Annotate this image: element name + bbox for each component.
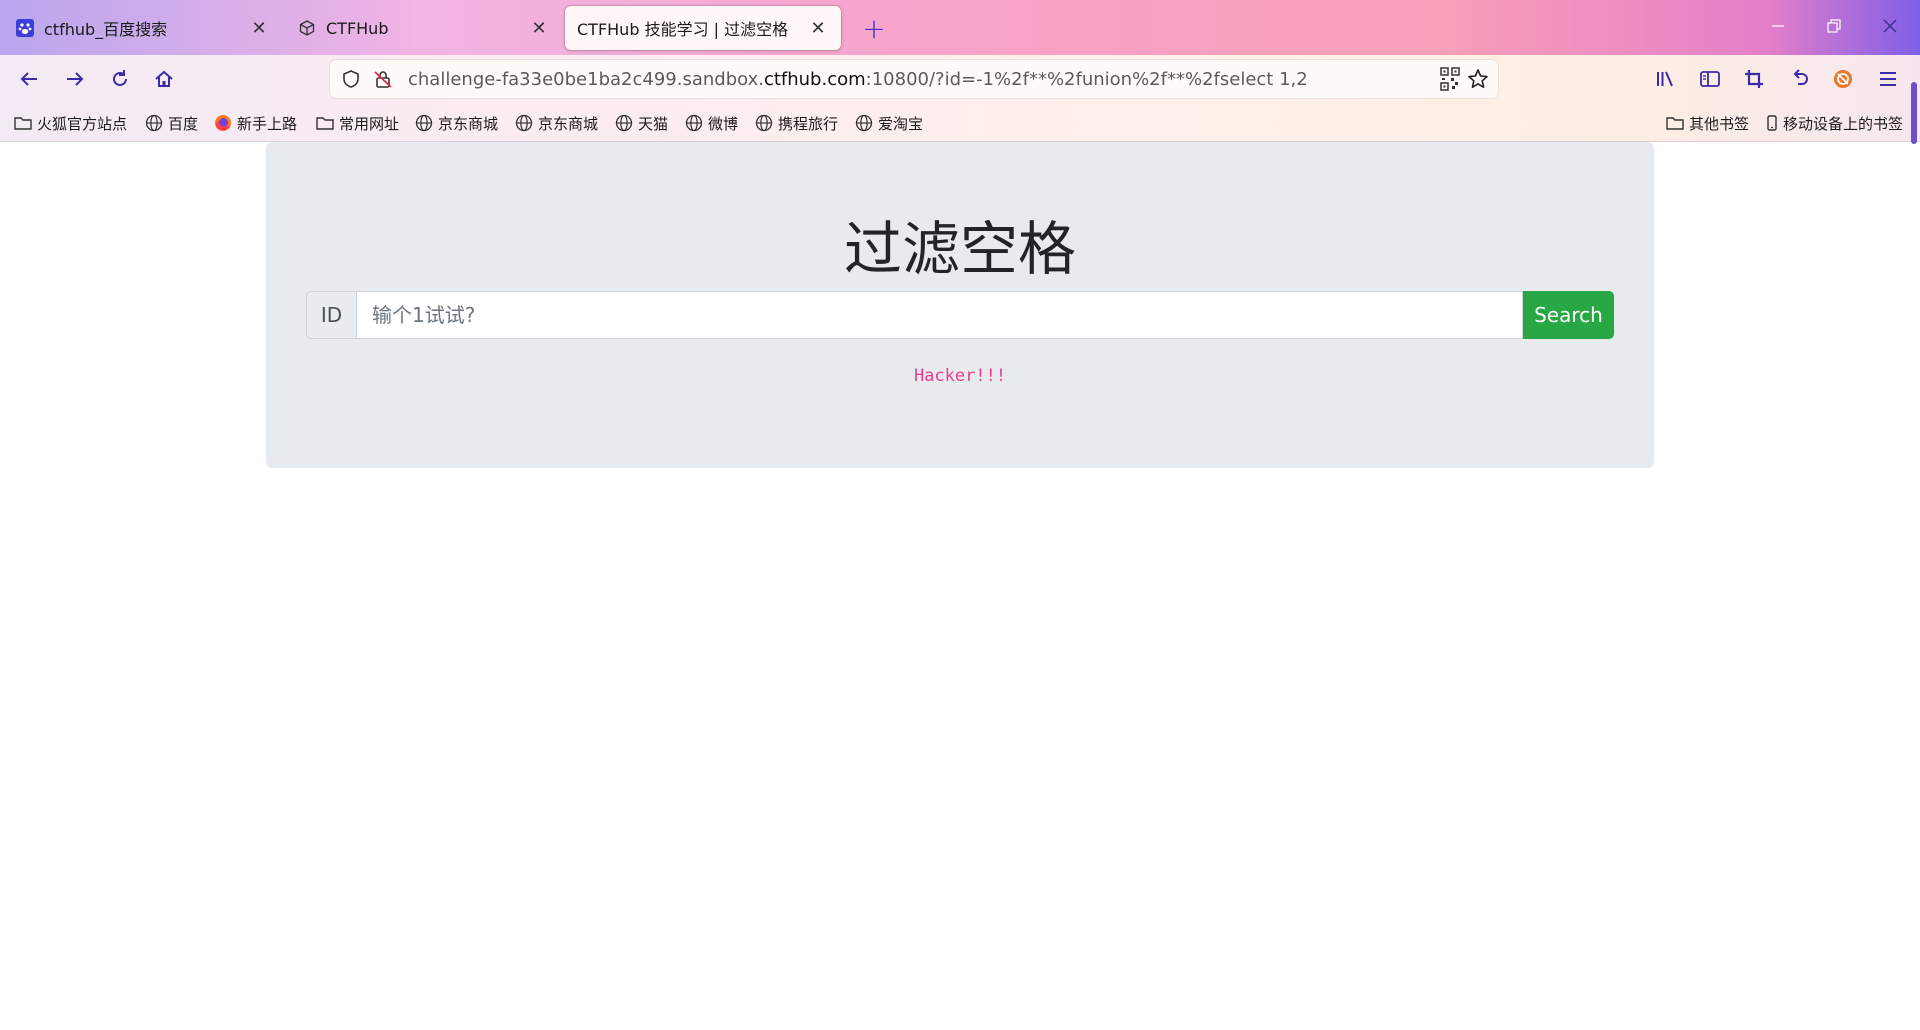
sidebar-icon[interactable] [1693, 62, 1727, 96]
ctfhub-cube-icon [298, 19, 316, 37]
bookmark-label: 其他书签 [1689, 114, 1750, 133]
globe-icon [145, 114, 163, 132]
qr-code-icon[interactable] [1438, 67, 1462, 91]
mobile-icon [1766, 114, 1778, 132]
browser-chrome: ctfhub_百度搜索 ✕ CTFHub ✕ CTFHub 技能学习 | 过滤空… [0, 0, 1920, 144]
menu-icon[interactable] [1871, 62, 1905, 96]
page-title: 过滤空格 [843, 215, 1076, 283]
url-suffix: :10800/?id=-1%2f**%2funion%2f**%2fselect… [865, 69, 1308, 90]
nav-toolbar: challenge-fa33e0be1ba2c499.sandbox.ctfhu… [0, 56, 1920, 102]
bookmark-item[interactable]: 新手上路 [214, 110, 297, 136]
tab-filter-spaces[interactable]: CTFHub 技能学习 | 过滤空格 ✕ [565, 6, 841, 50]
scrollbar[interactable] [1911, 82, 1917, 144]
insecure-lock-icon[interactable] [371, 67, 395, 91]
globe-icon [855, 114, 873, 132]
tab-label: CTFHub [326, 18, 389, 38]
bookmark-label: 移动设备上的书签 [1783, 114, 1904, 133]
id-prefix-label: ID [306, 291, 356, 339]
tab-baidu-search[interactable]: ctfhub_百度搜索 ✕ [4, 6, 282, 50]
bookmark-item[interactable]: 天猫 [615, 110, 668, 136]
folder-icon [316, 114, 334, 132]
bookmark-star-icon[interactable] [1466, 67, 1490, 91]
bookmark-item[interactable]: 爱淘宝 [855, 110, 923, 136]
close-window-button[interactable] [1868, 8, 1912, 44]
bookmark-item[interactable]: 京东商城 [515, 110, 598, 136]
home-button[interactable] [147, 62, 181, 96]
crop-screenshot-icon[interactable] [1737, 62, 1771, 96]
bookmark-item-other[interactable]: 其他书签 [1666, 110, 1749, 136]
bookmarks-toolbar: 火狐官方站点 百度 新手上路 常用网址 京东商城 京东商城 天猫 微博 携程旅行… [0, 110, 1920, 136]
minimize-button[interactable] [1756, 8, 1800, 44]
bookmark-label: 京东商城 [538, 114, 599, 133]
folder-icon [1666, 114, 1684, 132]
folder-icon [14, 114, 32, 132]
bookmark-label: 京东商城 [438, 114, 499, 133]
id-input[interactable] [356, 291, 1523, 339]
url-text[interactable]: challenge-fa33e0be1ba2c499.sandbox.ctfhu… [408, 69, 1308, 90]
extension-icon[interactable] [1826, 62, 1860, 96]
bookmark-label: 火狐官方站点 [37, 114, 128, 133]
globe-icon [685, 114, 703, 132]
library-icon[interactable] [1648, 62, 1682, 96]
back-button[interactable] [12, 62, 46, 96]
result-message: Hacker!!! [913, 366, 1007, 386]
bookmark-item[interactable]: 百度 [145, 110, 198, 136]
baidu-paw-icon [16, 19, 34, 37]
new-tab-button[interactable]: + [858, 12, 890, 45]
close-icon[interactable]: ✕ [807, 17, 829, 39]
bookmark-item[interactable]: 微博 [685, 110, 738, 136]
bookmark-item[interactable]: 京东商城 [415, 110, 498, 136]
bookmark-item[interactable]: 常用网址 [316, 110, 399, 136]
bookmark-label: 爱淘宝 [878, 114, 924, 133]
search-button[interactable]: Search [1523, 291, 1614, 339]
close-icon[interactable]: ✕ [248, 17, 270, 39]
tab-ctfhub[interactable]: CTFHub ✕ [286, 6, 562, 50]
restore-button[interactable] [1812, 8, 1856, 44]
globe-icon [515, 114, 533, 132]
close-icon[interactable]: ✕ [528, 17, 550, 39]
url-domain: ctfhub.com [763, 69, 866, 90]
tab-bar: ctfhub_百度搜索 ✕ CTFHub ✕ CTFHub 技能学习 | 过滤空… [0, 0, 1920, 55]
shield-icon[interactable] [339, 67, 363, 91]
bookmark-item[interactable]: 携程旅行 [755, 110, 838, 136]
globe-icon [755, 114, 773, 132]
tab-label: CTFHub 技能学习 | 过滤空格 [577, 20, 789, 39]
address-bar[interactable]: challenge-fa33e0be1ba2c499.sandbox.ctfhu… [330, 60, 1498, 98]
globe-icon [615, 114, 633, 132]
bookmark-label: 百度 [168, 114, 199, 133]
bookmark-label: 新手上路 [237, 114, 298, 133]
globe-icon [415, 114, 433, 132]
tab-label: ctfhub_百度搜索 [44, 20, 168, 39]
bookmark-label: 微博 [708, 114, 739, 133]
reload-button[interactable] [103, 62, 137, 96]
bookmark-label: 携程旅行 [778, 114, 839, 133]
bookmark-label: 常用网址 [339, 114, 400, 133]
url-prefix: challenge-fa33e0be1ba2c499.sandbox. [408, 69, 764, 90]
bookmark-item[interactable]: 火狐官方站点 [14, 110, 127, 136]
challenge-panel: 过滤空格 ID Search Hacker!!! [266, 142, 1654, 468]
firefox-icon [214, 114, 232, 132]
search-form: ID Search [306, 291, 1614, 339]
bookmark-item-mobile[interactable]: 移动设备上的书签 [1766, 110, 1903, 136]
bookmark-label: 天猫 [638, 114, 669, 133]
undo-icon[interactable] [1782, 62, 1816, 96]
forward-button[interactable] [58, 62, 92, 96]
